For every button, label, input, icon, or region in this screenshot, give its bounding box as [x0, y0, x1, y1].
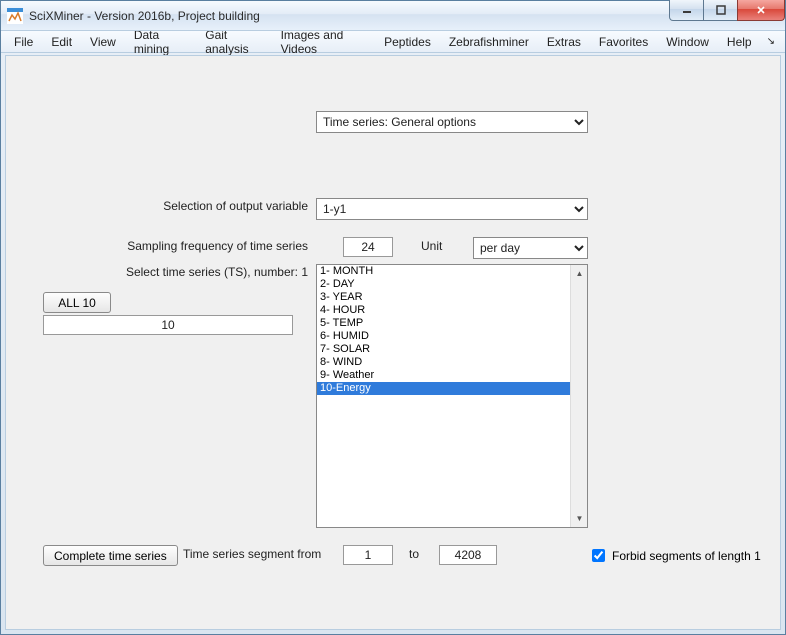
forbid-segments-checkbox[interactable]	[592, 549, 605, 562]
segment-to-label: to	[409, 547, 419, 561]
list-item[interactable]: 7- SOLAR	[317, 343, 570, 356]
list-item[interactable]: 5- TEMP	[317, 317, 570, 330]
minimize-icon	[681, 5, 693, 15]
sampling-frequency-input[interactable]	[343, 237, 393, 257]
client-area: Time series: General options Selection o…	[5, 55, 781, 630]
maximize-button[interactable]	[703, 0, 738, 21]
menu-edit[interactable]: Edit	[42, 33, 81, 51]
general-options-select[interactable]: Time series: General options	[316, 111, 588, 133]
list-item[interactable]: 1- MONTH	[317, 265, 570, 278]
window-title: SciXMiner - Version 2016b, Project build…	[29, 9, 260, 23]
output-variable-label: Selection of output variable	[163, 199, 308, 213]
sampling-frequency-label: Sampling frequency of time series	[127, 239, 308, 253]
output-variable-select[interactable]: 1-y1	[316, 198, 588, 220]
ts-count-input[interactable]	[43, 315, 293, 335]
listbox-scrollbar[interactable]: ▲ ▼	[570, 265, 587, 527]
maximize-icon	[715, 5, 727, 15]
menu-bar: File Edit View Data mining Gait analysis…	[1, 31, 785, 53]
minimize-button[interactable]	[669, 0, 704, 21]
scroll-down-icon[interactable]: ▼	[571, 510, 588, 527]
segment-from-label: Time series segment from	[183, 547, 321, 561]
unit-label: Unit	[421, 239, 442, 253]
segment-to-input[interactable]	[439, 545, 497, 565]
forbid-segments-checkbox-wrap[interactable]: Forbid segments of length 1	[588, 546, 761, 565]
menu-help[interactable]: Help	[718, 33, 761, 51]
complete-time-series-button[interactable]: Complete time series	[43, 545, 178, 566]
list-item[interactable]: 4- HOUR	[317, 304, 570, 317]
list-item[interactable]: 3- YEAR	[317, 291, 570, 304]
menu-peptides[interactable]: Peptides	[375, 33, 440, 51]
forbid-segments-label: Forbid segments of length 1	[612, 549, 761, 563]
scroll-up-icon[interactable]: ▲	[571, 265, 588, 282]
close-button[interactable]	[737, 0, 785, 21]
list-item[interactable]: 10-Energy	[317, 382, 570, 395]
list-item[interactable]: 8- WIND	[317, 356, 570, 369]
time-series-listbox[interactable]: 1- MONTH2- DAY3- YEAR4- HOUR5- TEMP6- HU…	[316, 264, 588, 528]
all-ts-button[interactable]: ALL 10	[43, 292, 111, 313]
menu-zebrafishminer[interactable]: Zebrafishminer	[440, 33, 538, 51]
app-icon	[7, 8, 23, 24]
menu-extras[interactable]: Extras	[538, 33, 590, 51]
app-window: SciXMiner - Version 2016b, Project build…	[0, 0, 786, 635]
menu-window[interactable]: Window	[657, 33, 718, 51]
select-ts-label: Select time series (TS), number: 1	[126, 265, 308, 279]
segment-from-input[interactable]	[343, 545, 393, 565]
menu-favorites[interactable]: Favorites	[590, 33, 657, 51]
menu-view[interactable]: View	[81, 33, 125, 51]
menu-file[interactable]: File	[5, 33, 42, 51]
list-item[interactable]: 2- DAY	[317, 278, 570, 291]
close-icon	[755, 5, 767, 15]
menu-overflow-icon[interactable]: ↘	[761, 34, 781, 49]
list-item[interactable]: 6- HUMID	[317, 330, 570, 343]
list-item[interactable]: 9- Weather	[317, 369, 570, 382]
title-bar: SciXMiner - Version 2016b, Project build…	[1, 1, 785, 31]
window-controls	[670, 0, 785, 21]
unit-select[interactable]: per day	[473, 237, 588, 259]
